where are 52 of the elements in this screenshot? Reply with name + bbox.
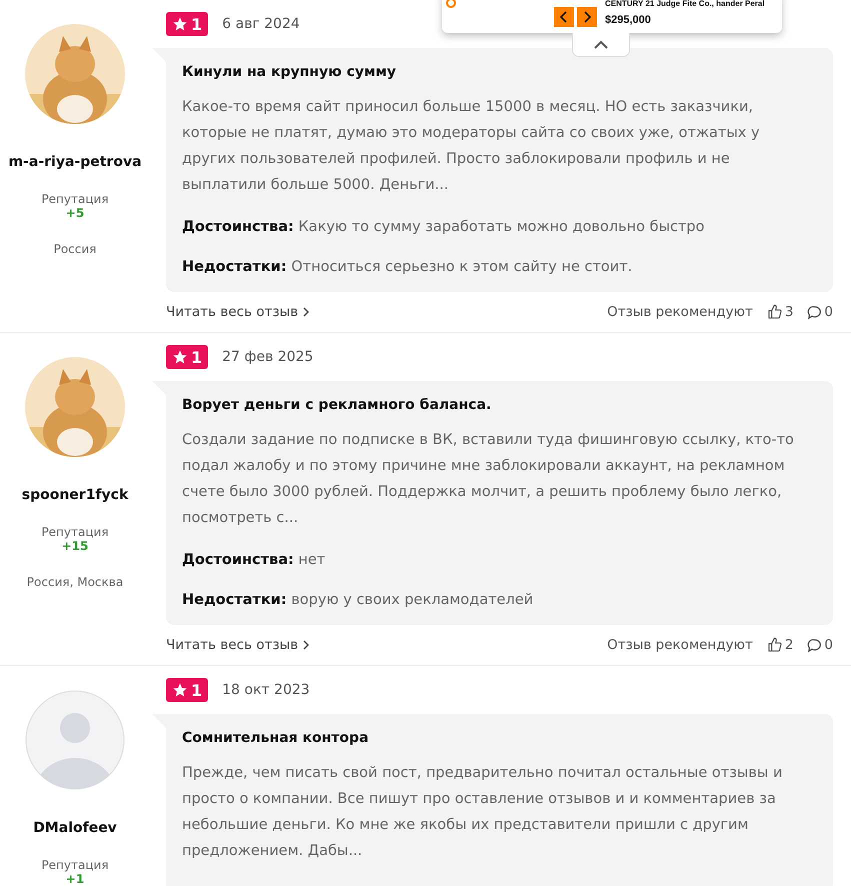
reputation-value: +1 [66, 872, 84, 886]
comments-count: 0 [824, 637, 833, 653]
avatar-icon [25, 690, 125, 790]
review-title[interactable]: Сомнительная контора [182, 730, 817, 746]
reputation-label: Репутация [41, 858, 109, 872]
thumbs-up-icon[interactable] [766, 304, 783, 320]
review-date: 18 окт 2023 [222, 682, 310, 698]
pros-text: Достоинства: нет [182, 551, 326, 570]
cons-text: Недостатки: ворую у своих рекламодателей [182, 591, 534, 610]
review-text: Прежде, чем писать свой пост, предварительно почитал остальные отзывы и просто о компании. Все пишут про оставление отзывов и и комментариев за небольшие деньги. Ко мне же якобы их представители пришли с другим предложением. Дабы... [182, 764, 784, 861]
next-button[interactable] [577, 7, 597, 27]
recommend-label: Отзыв рекомендуют [607, 637, 753, 653]
read-more-link[interactable]: Читать весь отзыв [166, 637, 310, 653]
author-name[interactable]: m-a-riya-petrova [8, 154, 142, 170]
read-more-link[interactable]: Читать весь отзыв [166, 304, 310, 320]
comment-icon[interactable] [807, 304, 822, 320]
author-name[interactable]: spooner1fyck [22, 487, 128, 503]
comments-count: 0 [824, 304, 833, 320]
ad-banner[interactable]: CENTURY 21 Judge Fite Co., hander Peral $295,000 [442, 0, 782, 33]
location: Россия, Москва [26, 575, 124, 589]
rating-badge: 1 [166, 345, 208, 369]
recommend-label: Отзыв рекомендуют [607, 304, 753, 320]
review-text: Какое-то время сайт приносил больше 15000 в месяц. НО есть заказчики, которые не платят, думаю это модераторы сайта со своих уже, отжатых у других пользователей профилей. Просто заблокировали профиль и не выплатили больше 5000. Деньги... [182, 98, 761, 195]
cons-text: Недостатки: Относиться серьезно к этом сайту не стоит. [182, 258, 634, 277]
reputation-value: +15 [62, 539, 88, 553]
likes-count: 3 [784, 304, 794, 320]
review-date: 27 фев 2025 [222, 349, 314, 365]
rating-badge: 1 [166, 12, 208, 36]
chevron-left-icon [559, 11, 569, 23]
reputation-label: Репутация [41, 525, 109, 539]
author-name[interactable]: DMalofeev [33, 820, 117, 836]
previous-button[interactable] [554, 7, 574, 27]
ad-price: $295,000 [605, 14, 652, 26]
location: Россия [54, 242, 96, 256]
review-date: 6 авг 2024 [222, 16, 300, 32]
logo-icon [446, 0, 456, 8]
chevron-icon [302, 307, 310, 317]
reputation-label: Репутация [41, 192, 109, 206]
chevron-right-icon [582, 11, 592, 23]
review-title[interactable]: Кинули на крупную сумму [182, 64, 817, 80]
chevron-icon [302, 640, 310, 650]
chevron-up-icon [593, 40, 609, 50]
ad-listing: CENTURY 21 Judge Fite Co., hander Peral [605, 0, 765, 8]
review-title[interactable]: Ворует деньги с рекламного баланса. [182, 397, 817, 413]
collapse-button[interactable] [572, 33, 630, 57]
reputation-value: +5 [66, 206, 84, 220]
pros-text: Достоинства: Какую то сумму заработать можно довольно быстро [182, 218, 706, 237]
thumbs-up-icon[interactable] [766, 637, 783, 653]
rating-badge: 1 [166, 678, 208, 702]
review-text: Создали задание по подписке в ВК, вставили туда фишинговую ссылку, кто-то подал жалобу и по этому причине мне заблокировали аккаунт, на рекламном счете было 3000 рублей. Поддержка молчит, а решить проблему было легко, посмотреть с... [182, 431, 795, 528]
comment-icon[interactable] [807, 638, 822, 652]
likes-count: 2 [784, 637, 794, 653]
